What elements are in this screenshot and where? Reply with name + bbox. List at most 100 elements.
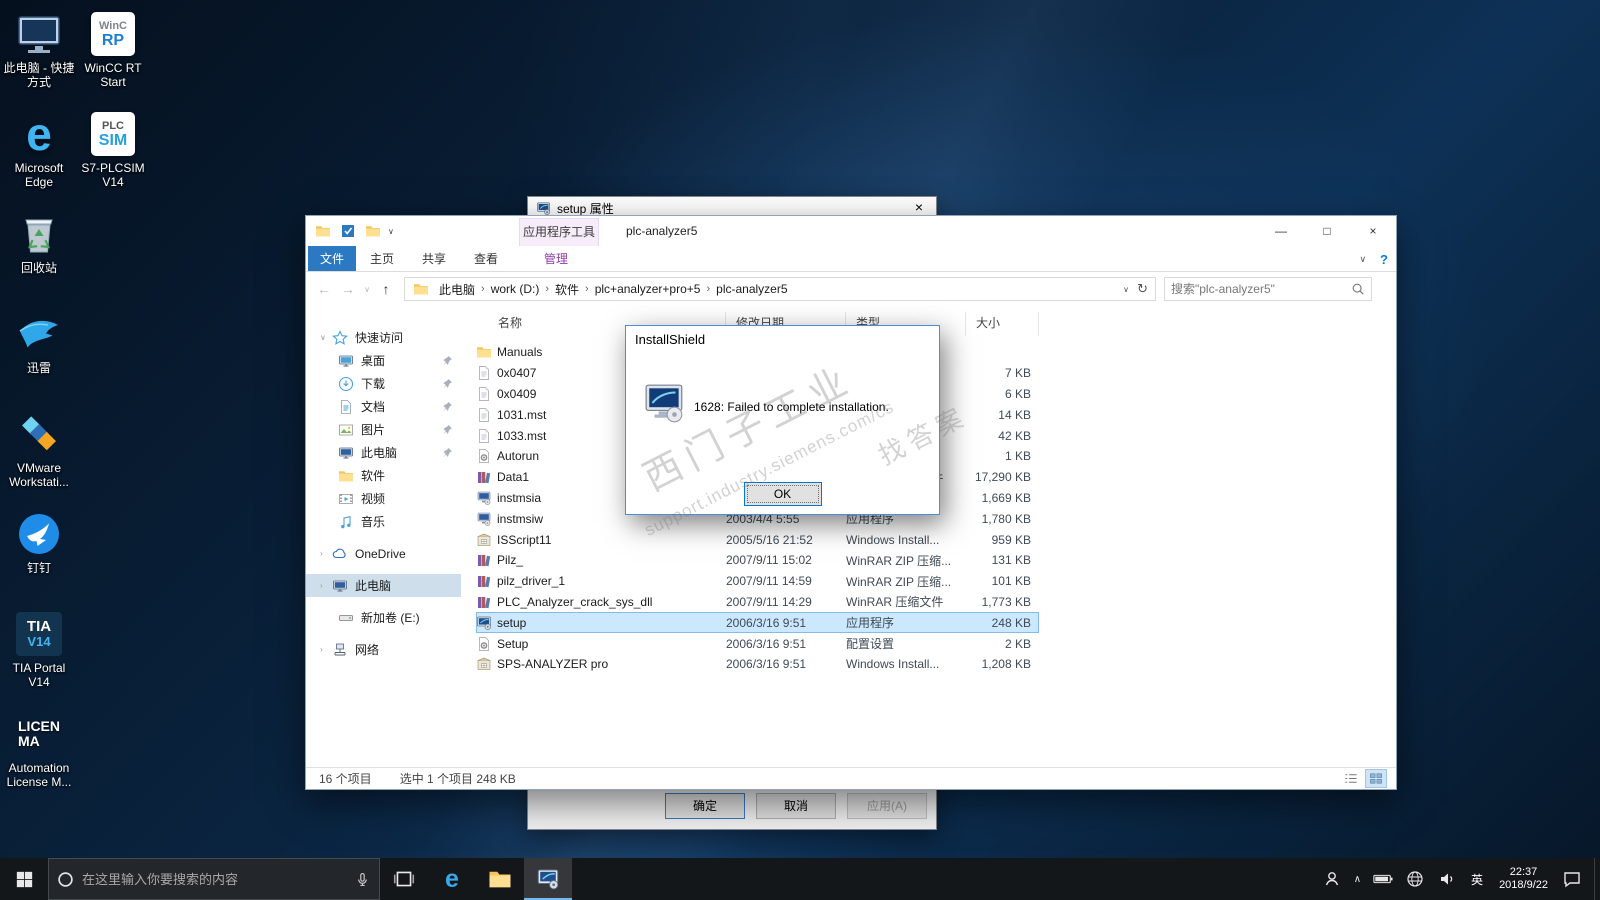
sidebar-item-quick-access[interactable]: ∨ 快速访问 <box>306 326 461 349</box>
sidebar-item-network[interactable]: › 网络 <box>306 638 461 661</box>
ime-indicator[interactable]: 英 <box>1471 871 1483 888</box>
sidebar-item-desktop[interactable]: 桌面 <box>306 349 461 372</box>
task-view-button[interactable] <box>380 858 428 900</box>
address-bar[interactable]: 此电脑 › work (D:) › 软件 › plc+analyzer+pro+5 › … <box>404 277 1156 301</box>
show-desktop-button[interactable] <box>1594 858 1600 900</box>
cancel-button[interactable]: 取消 <box>756 793 836 819</box>
action-center-icon[interactable] <box>1562 869 1582 889</box>
sidebar-item-onedrive[interactable]: › OneDrive <box>306 542 461 565</box>
breadcrumb-this-pc[interactable]: 此电脑 <box>433 281 481 298</box>
file-row-sps-analyzer-pro[interactable]: SPS-ANALYZER pro 2006/3/16 9:51 Windows In… <box>476 654 1039 675</box>
refresh-icon[interactable]: ↻ <box>1137 281 1148 297</box>
breadcrumb-software[interactable]: 软件 <box>549 281 585 298</box>
file-name: Pilz_ <box>476 552 726 568</box>
sidebar-item-this-pc-pinned[interactable]: 此电脑 <box>306 441 461 464</box>
tab-file[interactable]: 文件 <box>308 246 356 271</box>
close-button[interactable]: × <box>1350 216 1396 246</box>
taskbar-file-explorer-button[interactable] <box>476 858 524 900</box>
file-size: 959 KB <box>991 532 1031 547</box>
address-dropdown-icon[interactable]: ∨ <box>1123 285 1129 294</box>
desktop-icon-tia-portal-v14[interactable]: TIA V14 TIA Portal V14 <box>2 604 76 704</box>
breadcrumb-work-d[interactable]: work (D:) <box>485 282 546 296</box>
apply-button[interactable]: 应用(A) <box>847 793 927 819</box>
customize-quick-access-icon[interactable]: ∨ <box>388 227 394 236</box>
taskbar-edge-button[interactable]: e <box>428 858 476 900</box>
tab-manage[interactable]: 管理 <box>530 246 582 271</box>
sidebar-item-downloads[interactable]: 下载 <box>306 372 461 395</box>
ok-button[interactable]: OK <box>743 482 822 506</box>
taskbar-search[interactable] <box>48 858 380 900</box>
desktop-icon-this-pc-shortcut[interactable]: 此电脑 - 快捷方式 <box>2 4 76 104</box>
sidebar-item-this-pc[interactable]: › 此电脑 <box>306 574 461 597</box>
context-tab-application-tools[interactable]: 应用程序工具 <box>519 218 599 246</box>
battery-icon[interactable] <box>1373 869 1393 889</box>
sidebar-item-software[interactable]: 软件 <box>306 464 461 487</box>
pin-icon <box>442 378 453 389</box>
file-row-setup[interactable]: setup 2006/3/16 9:51 应用程序 248 KB <box>476 612 1039 634</box>
people-icon[interactable] <box>1322 869 1342 889</box>
large-icons-view-icon[interactable] <box>1365 769 1387 788</box>
sidebar-item-videos[interactable]: 视频 <box>306 487 461 510</box>
taskbar-search-input[interactable] <box>82 871 346 887</box>
microphone-icon[interactable] <box>354 871 371 888</box>
tab-view[interactable]: 查看 <box>460 246 512 271</box>
recent-locations-icon[interactable]: ∨ <box>360 285 374 294</box>
up-icon[interactable]: ↑ <box>374 281 398 297</box>
new-folder-toolbar-icon[interactable] <box>365 223 381 239</box>
file-name: PLC_Analyzer_crack_sys_dll <box>476 594 726 610</box>
forward-icon[interactable]: → <box>336 281 360 297</box>
sidebar-item-label: 下载 <box>361 377 386 391</box>
desktop-icon-recycle-bin[interactable]: 回收站 <box>2 204 76 304</box>
properties-toolbar-icon[interactable] <box>340 223 356 239</box>
inst-icon <box>476 511 492 527</box>
sidebar-item-pictures[interactable]: 图片 <box>306 418 461 441</box>
file-row-setup[interactable]: Setup 2006/3/16 9:51 配置设置 2 KB <box>476 633 1039 654</box>
volume-icon[interactable] <box>1437 869 1457 889</box>
explorer-search-input[interactable] <box>1165 282 1351 296</box>
file-type: 应用程序 <box>846 616 895 631</box>
sidebar-item-music[interactable]: 音乐 <box>306 510 461 533</box>
s7-plcsim-v14-icon: PLC SIM <box>89 110 137 158</box>
sidebar-item-documents[interactable]: 文档 <box>306 395 461 418</box>
breadcrumb-plc-analyzer-pro-5[interactable]: plc+analyzer+pro+5 <box>589 282 707 296</box>
ok-button[interactable]: 确定 <box>665 793 745 819</box>
videos-icon <box>338 491 354 507</box>
details-view-icon[interactable] <box>1341 770 1361 787</box>
desktop-icon-label: Automation License M... <box>6 761 72 789</box>
breadcrumb-plc-analyzer5[interactable]: plc-analyzer5 <box>710 282 793 296</box>
desktop-icon-vmware-workstation[interactable]: VMware Workstati... <box>2 404 76 504</box>
selection-info: 选中 1 个项目 248 KB <box>399 772 516 786</box>
desktop-icon-automation-license-manager[interactable]: LICEN MA Automation License M... <box>2 704 76 804</box>
file-row-pilz-[interactable]: Pilz_ 2007/9/11 15:02 WinRAR ZIP 压缩... 131 … <box>476 550 1039 571</box>
start-button[interactable] <box>0 858 48 900</box>
network-icon[interactable] <box>1405 869 1425 889</box>
file-row-isscript11[interactable]: ISScript11 2005/5/16 21:52 Windows Install… <box>476 529 1039 550</box>
file-row-pilz-driver-1[interactable]: pilz_driver_1 2007/9/11 14:59 WinRAR ZIP 压… <box>476 571 1039 592</box>
desktop-icon-dingtalk[interactable]: 钉钉 <box>2 504 76 604</box>
desktop-icon-microsoft-edge[interactable]: e Microsoft Edge <box>2 104 76 204</box>
desktop-icon-label: 此电脑 - 快捷方式 <box>3 61 75 89</box>
column-header-size[interactable]: 大小 <box>966 312 1039 336</box>
desktop-icon-thunder[interactable]: 迅雷 <box>2 304 76 404</box>
sidebar-item-new-volume-e[interactable]: 新加卷 (E:) <box>306 606 461 629</box>
taskbar-installshield-button[interactable] <box>524 858 572 900</box>
maximize-button[interactable]: □ <box>1304 216 1350 246</box>
tab-home[interactable]: 主页 <box>356 246 408 271</box>
help-icon[interactable]: ? <box>1380 252 1388 267</box>
setup-icon <box>536 201 551 216</box>
file-name: pilz_driver_1 <box>476 573 726 589</box>
archive-icon <box>476 552 492 568</box>
desktop-icon-s7-plcsim-v14[interactable]: PLC SIM S7-PLCSIM V14 <box>76 104 150 204</box>
back-icon[interactable]: ← <box>312 281 336 297</box>
file-row-plc-analyzer-crack-sys-dll[interactable]: PLC_Analyzer_crack_sys_dll 2007/9/11 14:2… <box>476 592 1039 613</box>
file-name-text: 1033.mst <box>497 428 547 443</box>
ribbon-right-controls: ∨ ? <box>1359 246 1388 272</box>
expand-ribbon-icon[interactable]: ∨ <box>1359 254 1366 265</box>
tab-share[interactable]: 共享 <box>408 246 460 271</box>
minimize-button[interactable]: — <box>1258 216 1304 246</box>
file-name-text: Manuals <box>497 345 543 360</box>
file-size: 14 KB <box>998 407 1031 422</box>
clock[interactable]: 22:37 2018/9/22 <box>1499 866 1548 892</box>
desktop-icon-wincc-rt-start[interactable]: WinC RP WinCC RT Start <box>76 4 150 104</box>
hidden-icons-icon[interactable]: ∧ <box>1354 869 1361 889</box>
